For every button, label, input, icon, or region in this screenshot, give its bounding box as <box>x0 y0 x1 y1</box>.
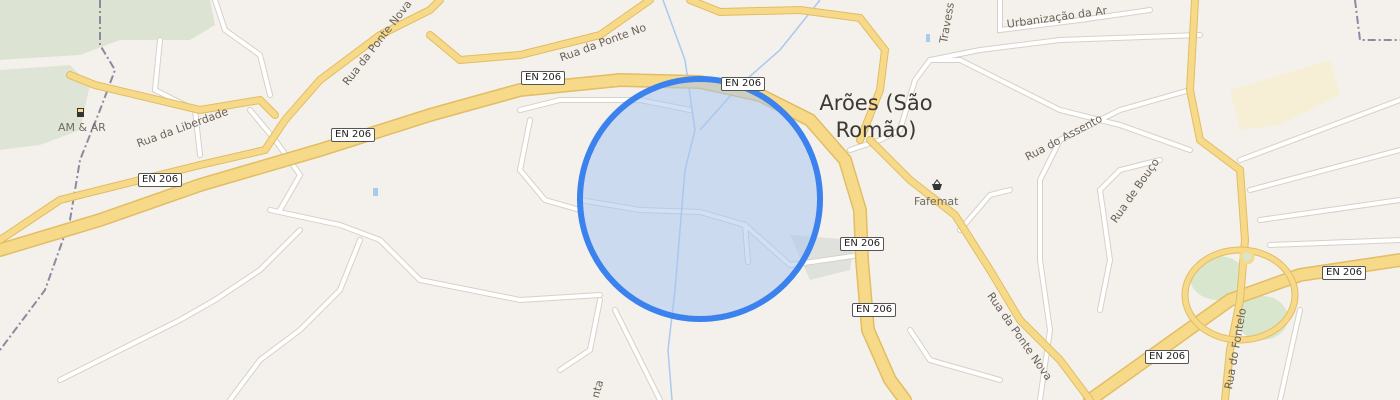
shopping-basket-icon <box>932 179 942 190</box>
mini-roundabout <box>1239 249 1255 265</box>
admin-boundary <box>1354 0 1400 41</box>
map-view[interactable]: Arões (São Romão) AM & AR Fafemat Rua da… <box>0 0 1400 400</box>
park-area <box>0 0 215 60</box>
search-radius-circle <box>577 76 823 322</box>
place-name-line2: Romão) <box>835 118 917 142</box>
fuel-icon <box>77 108 84 117</box>
park-area <box>1230 60 1340 130</box>
place-name-line1: Arões (São <box>819 91 933 115</box>
place-label[interactable]: Arões (São Romão) <box>812 90 940 144</box>
pond <box>373 188 378 196</box>
road-shield-en206: EN 206 <box>840 237 885 251</box>
poi-label-fafemat[interactable]: Fafemat <box>914 195 958 208</box>
poi-label-am-ar[interactable]: AM & AR <box>58 121 106 134</box>
map-layer <box>0 0 1400 400</box>
pond <box>926 34 930 42</box>
road-shield-en206: EN 206 <box>721 77 766 91</box>
road-shield-en206: EN 206 <box>1145 350 1190 364</box>
road-shield-en206: EN 206 <box>521 71 566 85</box>
road-shield-en206: EN 206 <box>852 303 897 317</box>
road-shield-en206: EN 206 <box>1322 266 1367 280</box>
road-shield-en206: EN 206 <box>138 173 183 187</box>
road-shield-en206: EN 206 <box>331 128 376 142</box>
